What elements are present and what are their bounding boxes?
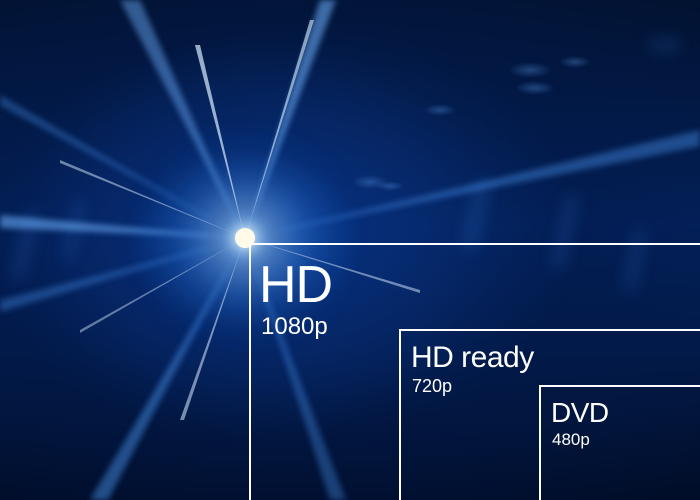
resolution-title-hd-ready: HD ready <box>411 341 534 374</box>
resolution-subtitle-dvd: 480p <box>552 430 590 449</box>
resolution-title-hd: HD <box>259 256 333 314</box>
resolution-comparison-graphic: HD 1080p HD ready 720p DVD 480p <box>0 0 700 500</box>
frame-dvd: DVD 480p <box>539 385 700 500</box>
resolution-subtitle-hd: 1080p <box>261 313 328 340</box>
resolution-subtitle-hd-ready: 720p <box>412 376 453 396</box>
resolution-title-dvd: DVD <box>551 397 609 428</box>
